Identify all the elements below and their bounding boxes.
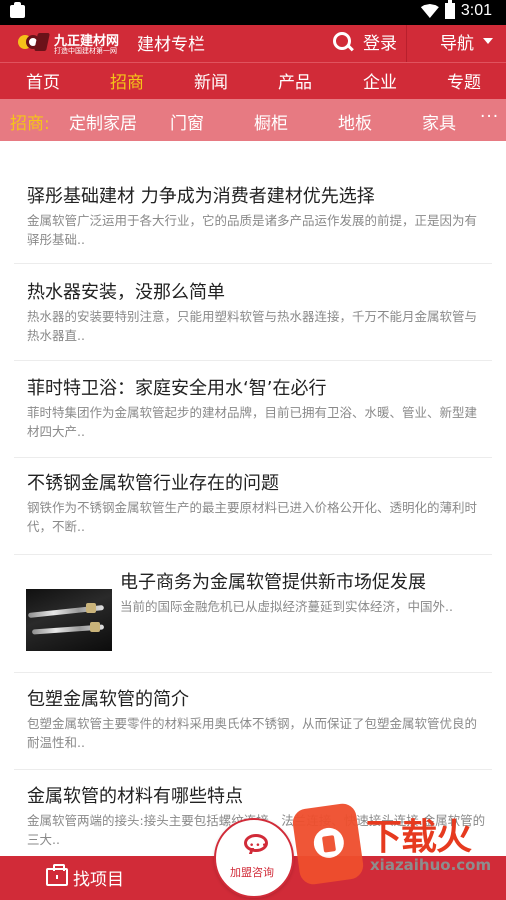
navigation-menu-button[interactable]: 导航 xyxy=(440,29,474,54)
subnav-item-cabinets[interactable]: 橱柜 xyxy=(254,109,288,134)
news-item[interactable]: 驿彤基础建材 力争成为消费者建材优先选择 金属软管广泛运用于各大行业，它的品质是… xyxy=(14,169,492,264)
fire-logo-icon xyxy=(291,801,365,887)
status-icons: 3:01 xyxy=(420,0,492,20)
news-item[interactable]: 包塑金属软管的简介 包塑金属软管主要零件的材料采用奥氏体不锈钢，从而保证了包塑金… xyxy=(14,673,492,770)
watermark-url: xiazaihuo.com xyxy=(370,856,492,874)
news-title: 不锈钢金属软管行业存在的问题 xyxy=(27,473,279,494)
tab-home[interactable]: 首页 xyxy=(26,68,60,93)
site-logo[interactable]: 九正建材网 打造中国建材第一网 xyxy=(18,28,119,58)
logo-mark-icon xyxy=(18,33,50,51)
news-title: 包塑金属软管的简介 xyxy=(27,689,189,710)
news-description: 金属软管广泛运用于各大行业，它的品质是诸多产品运作发展的前提，正是因为有驿彤基础… xyxy=(27,213,478,247)
main-tabs: 首页 招商 新闻 产品 企业 专题 xyxy=(0,62,506,99)
tab-topics[interactable]: 专题 xyxy=(447,68,481,93)
consult-label: 加盟咨询 xyxy=(230,866,274,879)
news-title: 驿彤基础建材 力争成为消费者建材优先选择 xyxy=(27,186,375,207)
watermark-text: 下载火 xyxy=(366,817,472,858)
news-title: 金属软管的材料有哪些特点 xyxy=(27,786,243,807)
briefcase-icon[interactable] xyxy=(46,864,68,886)
subnav-item-custom-home[interactable]: 定制家居 xyxy=(69,109,137,134)
franchise-consult-button[interactable]: ••• 加盟咨询 xyxy=(214,818,294,898)
find-project-button[interactable]: 找项目 xyxy=(73,865,124,890)
news-title: 电子商务为金属软管提供新市场促发展 xyxy=(120,572,426,593)
news-description: 菲时特集团作为金属软管起步的建材品牌，目前已拥有卫浴、水暖、管业、新型建材四大产… xyxy=(27,405,478,439)
news-item[interactable]: 热水器安装，没那么简单 热水器的安装要特别注意，只能用塑料软管与热水器连接，千万… xyxy=(14,264,492,361)
news-title: 热水器安装，没那么简单 xyxy=(27,282,225,303)
tab-investment[interactable]: 招商 xyxy=(110,68,144,93)
subnav-item-doors-windows[interactable]: 门窗 xyxy=(170,109,204,134)
logo-subtitle: 打造中国建材第一网 xyxy=(54,47,117,55)
subnav-lead-label: 招商: xyxy=(10,114,50,134)
news-thumbnail xyxy=(26,589,112,651)
tab-products[interactable]: 产品 xyxy=(278,68,312,93)
status-time: 3:01 xyxy=(460,2,492,19)
news-description: 包塑金属软管主要零件的材料采用奥氏体不锈钢，从而保证了包塑金属软管优良的耐温性和… xyxy=(27,716,478,750)
battery-icon xyxy=(444,0,455,19)
news-item-with-image[interactable]: 电子商务为金属软管提供新市场促发展 当前的国际金融危机已从虚拟经济蔓延到实体经济… xyxy=(14,555,492,673)
news-description: 热水器的安装要特别注意，只能用塑料软管与热水器连接，千万不能月金属软管与热水器直… xyxy=(27,309,478,343)
tab-news[interactable]: 新闻 xyxy=(194,68,228,93)
tab-companies[interactable]: 企业 xyxy=(363,68,397,93)
investment-subnav: 招商: 定制家居 门窗 橱柜 地板 家具 ··· xyxy=(0,99,506,141)
search-icon[interactable] xyxy=(333,32,353,52)
subnav-item-flooring[interactable]: 地板 xyxy=(338,109,372,134)
news-description: 钢铁作为不锈钢金属软管生产的最主要原材料已进入价格公开化、透明化的薄利时代，不断… xyxy=(27,500,478,534)
status-bar: 3:01 xyxy=(0,0,506,25)
news-description: 当前的国际金融危机已从虚拟经济蔓延到实体经济，中国外.. xyxy=(120,599,453,614)
notification-icon xyxy=(10,2,25,18)
news-title: 菲时特卫浴：家庭安全用水‘智’在必行 xyxy=(27,378,327,399)
login-button[interactable]: 登录 xyxy=(363,29,397,54)
wifi-icon xyxy=(420,4,439,18)
chat-dots-icon: ••• xyxy=(249,841,268,851)
header-divider xyxy=(406,25,407,62)
chevron-down-icon[interactable] xyxy=(483,38,493,44)
news-item[interactable]: 菲时特卫浴：家庭安全用水‘智’在必行 菲时特集团作为金属软管起步的建材品牌，目前… xyxy=(14,361,492,458)
news-item[interactable]: 不锈钢金属软管行业存在的问题 钢铁作为不锈钢金属软管生产的最主要原材料已进入价格… xyxy=(14,458,492,555)
app-header: 九正建材网 打造中国建材第一网 建材专栏 登录 导航 xyxy=(0,25,506,62)
watermark: 下载火 xiazaihuo.com xyxy=(291,800,506,900)
more-icon[interactable]: ··· xyxy=(480,107,499,127)
subnav-item-furniture[interactable]: 家具 xyxy=(422,109,456,134)
page-title: 建材专栏 xyxy=(137,35,205,55)
